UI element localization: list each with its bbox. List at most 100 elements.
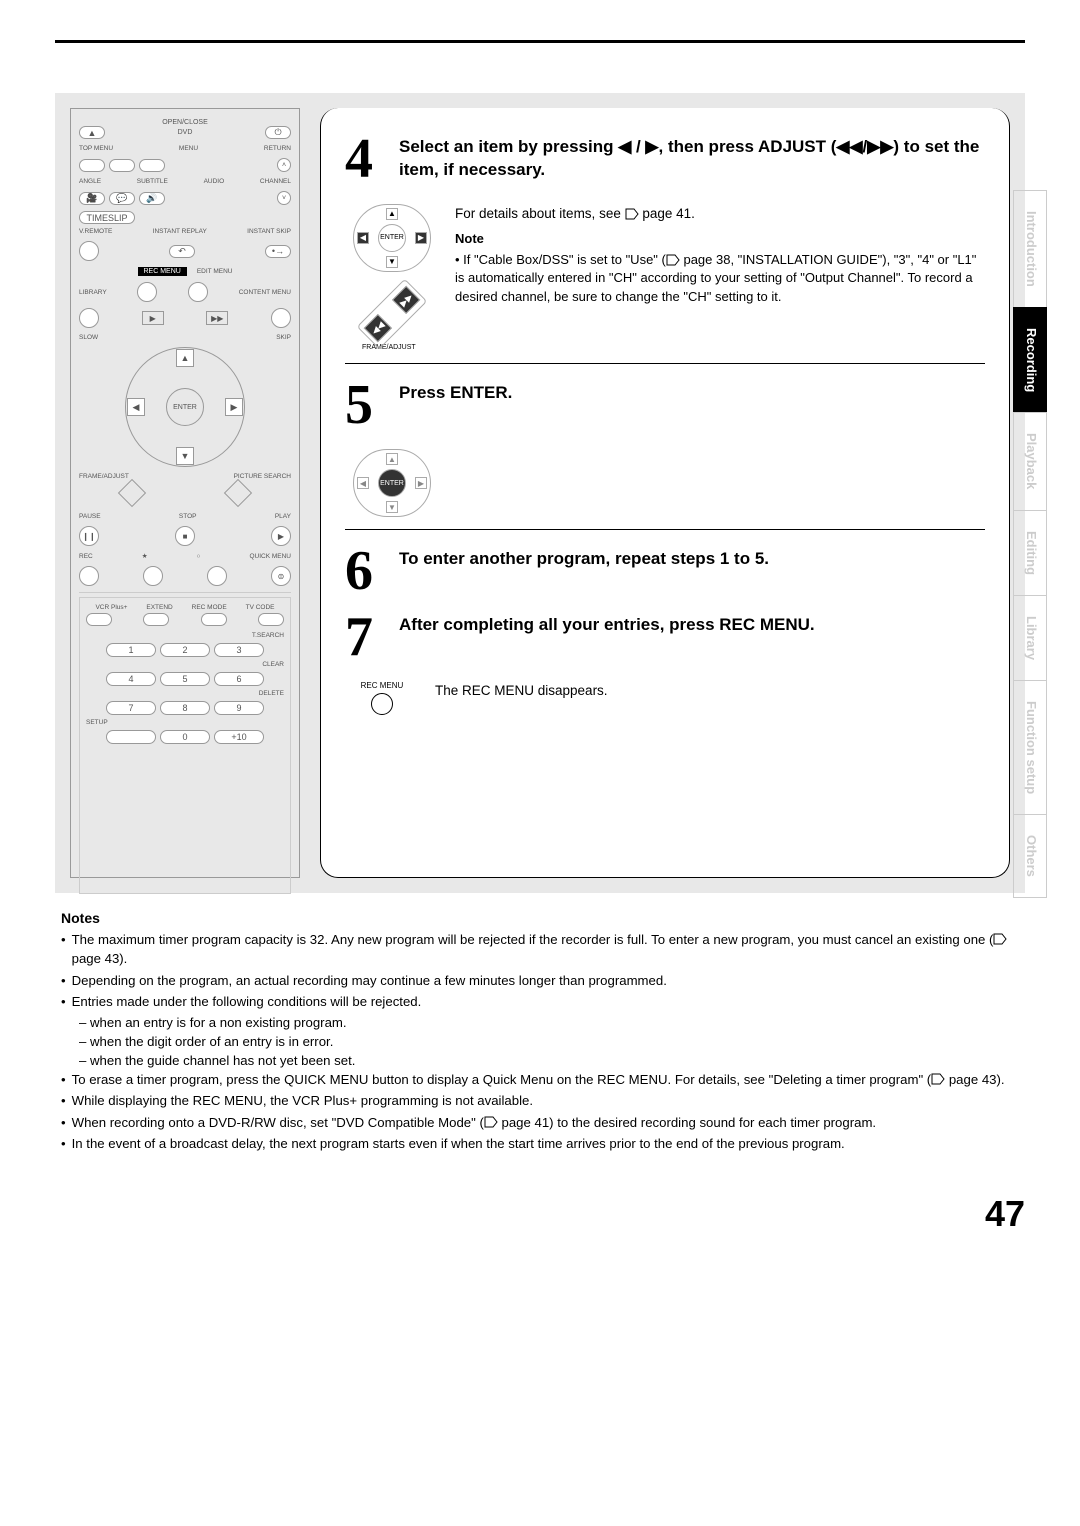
tab-playback[interactable]: Playback (1013, 412, 1047, 510)
tvcode-button (258, 613, 284, 626)
step4-body-line1: For details about items, see (455, 206, 625, 221)
library-label: LIBRARY (79, 289, 107, 296)
frameadjust-label: FRAME/ADJUST (79, 473, 129, 480)
step-7-thumbs: REC MENU (347, 681, 417, 715)
channel-label: CHANNEL (260, 178, 291, 185)
num-8: 8 (160, 701, 210, 715)
mini-enter-5-icon: ENTER (378, 469, 406, 497)
step-6-title: To enter another program, repeat steps 1… (399, 548, 769, 571)
star-button (143, 566, 163, 586)
recmenu-icon: REC MENU (361, 681, 404, 715)
recmenu-label: REC MENU (138, 267, 187, 276)
enter-button: ENTER (166, 388, 204, 426)
menu-button (109, 159, 135, 172)
rec-button (79, 566, 99, 586)
tab-recording[interactable]: Recording (1013, 307, 1047, 413)
clear-label: CLEAR (86, 661, 284, 668)
extend-button (143, 613, 169, 626)
mini-adjust-icon: ◀◀▶▶ (357, 278, 428, 349)
num-2: 2 (160, 643, 210, 657)
pause-label: PAUSE (79, 513, 101, 520)
notes-item-0: The maximum timer program capacity is 32… (72, 930, 1019, 968)
remote-control-illustration: OPEN/CLOSE ▲ DVD ⏻ TOP MENU MENU RETURN … (70, 108, 300, 878)
subtitle-label: SUBTITLE (137, 178, 168, 185)
step-7-body: REC MENU The REC MENU disappears. (347, 681, 985, 715)
num-7: 7 (106, 701, 156, 715)
angle-label: ANGLE (79, 178, 101, 185)
stop-label: STOP (179, 513, 197, 520)
audio-label: AUDIO (204, 178, 225, 185)
page-top-rule (55, 40, 1025, 43)
step-5-thumbs: ▲▼ ◀▶ ENTER (347, 449, 437, 517)
notes-sub-1: – when the digit order of an entry is in… (79, 1032, 1019, 1051)
notes-section: Notes •The maximum timer program capacit… (55, 908, 1025, 1153)
step-4: 4 Select an item by pressing ◀ / ▶, then… (345, 136, 985, 184)
step-4-number: 4 (345, 136, 387, 184)
num-4: 4 (106, 672, 156, 686)
tvcode-label: TV CODE (246, 604, 275, 611)
step-4-text: For details about items, see page 41. No… (455, 204, 985, 306)
notes-item-5: When recording onto a DVD-R/RW disc, set… (72, 1113, 876, 1132)
return-label: RETURN (264, 145, 291, 152)
dpad-up: ▲ (176, 349, 194, 367)
vremote-label: V.REMOTE (79, 228, 112, 235)
quickmenu-label: QUICK MENU (249, 553, 291, 560)
main-content-area: OPEN/CLOSE ▲ DVD ⏻ TOP MENU MENU RETURN … (55, 93, 1025, 893)
power-button: ⏻ (265, 126, 291, 139)
topmenu-button (79, 159, 105, 172)
notes-sub-2: – when the guide channel has not yet bee… (79, 1051, 1019, 1070)
tab-function-setup[interactable]: Function setup (1013, 680, 1047, 815)
side-tabs: Introduction Recording Playback Editing … (1013, 190, 1047, 897)
slow-label: SLOW (79, 334, 98, 341)
frame-adjust-icon-label: FRAME/ADJUST (362, 344, 426, 351)
recmode-button (201, 613, 227, 626)
mini-dpad-4: ▲▼ ◀▶ ENTER (353, 204, 431, 272)
audio-button: 🔊 (139, 192, 165, 205)
circle-button (207, 566, 227, 586)
step-5: 5 Press ENTER. (345, 382, 985, 430)
skip-label: SKIP (276, 334, 291, 341)
step-5-body: ▲▼ ◀▶ ENTER (347, 449, 985, 517)
tab-editing[interactable]: Editing (1013, 510, 1047, 596)
instantreplay-button: ↶ (169, 245, 195, 258)
play-label: PLAY (275, 513, 291, 520)
dpad-left: ◀ (127, 398, 145, 416)
stop-button: ■ (175, 526, 195, 546)
angle-button: 🎥 (79, 192, 105, 205)
contentmenu-button (271, 308, 291, 328)
num-1: 1 (106, 643, 156, 657)
mini-dpad-5: ▲▼ ◀▶ ENTER (353, 449, 431, 517)
step-7-title: After completing all your entries, press… (399, 614, 815, 637)
quickmenu-button: ⊜ (271, 566, 291, 586)
recmode-label: REC MODE (192, 604, 227, 611)
tab-introduction[interactable]: Introduction (1013, 190, 1047, 308)
step-6-number: 6 (345, 548, 387, 596)
step-5-title: Press ENTER. (399, 382, 512, 405)
instantskip-button: •→ (265, 245, 291, 258)
picturesearch-label: PICTURE SEARCH (234, 473, 291, 480)
step-4-body: ▲▼ ◀▶ ENTER ◀◀▶▶ FRAME/ADJUST For detail… (347, 204, 985, 351)
subtitle-button: 💬 (109, 192, 135, 205)
tab-library[interactable]: Library (1013, 595, 1047, 681)
dpad: ▲ ▼ ◀ ▶ ENTER (125, 347, 245, 467)
num-5: 5 (160, 672, 210, 686)
instantreplay-label: INSTANT REPLAY (153, 228, 207, 235)
rec-label: REC (79, 553, 93, 560)
frameadj-left (118, 479, 146, 507)
menu-label: MENU (179, 145, 198, 152)
open-close-label: OPEN/CLOSE (79, 119, 291, 126)
vcrplus-label: VCR Plus+ (95, 604, 127, 611)
tab-others[interactable]: Others (1013, 814, 1047, 898)
step7-body-text: The REC MENU disappears. (435, 681, 985, 701)
tsearch-label: T.SEARCH (86, 632, 284, 639)
skip-button-small: ▶▶ (206, 311, 228, 325)
page-ref-icon (666, 254, 680, 266)
play-button: ▶ (271, 526, 291, 546)
steps-column: 4 Select an item by pressing ◀ / ▶, then… (320, 108, 1010, 878)
step4-body-page: page 41. (642, 206, 695, 221)
setup-button (106, 730, 156, 744)
channel-down-button: ˅ (277, 191, 291, 205)
notes-header: Notes (61, 908, 1019, 928)
vremote-button (79, 241, 99, 261)
step-7-number: 7 (345, 614, 387, 662)
